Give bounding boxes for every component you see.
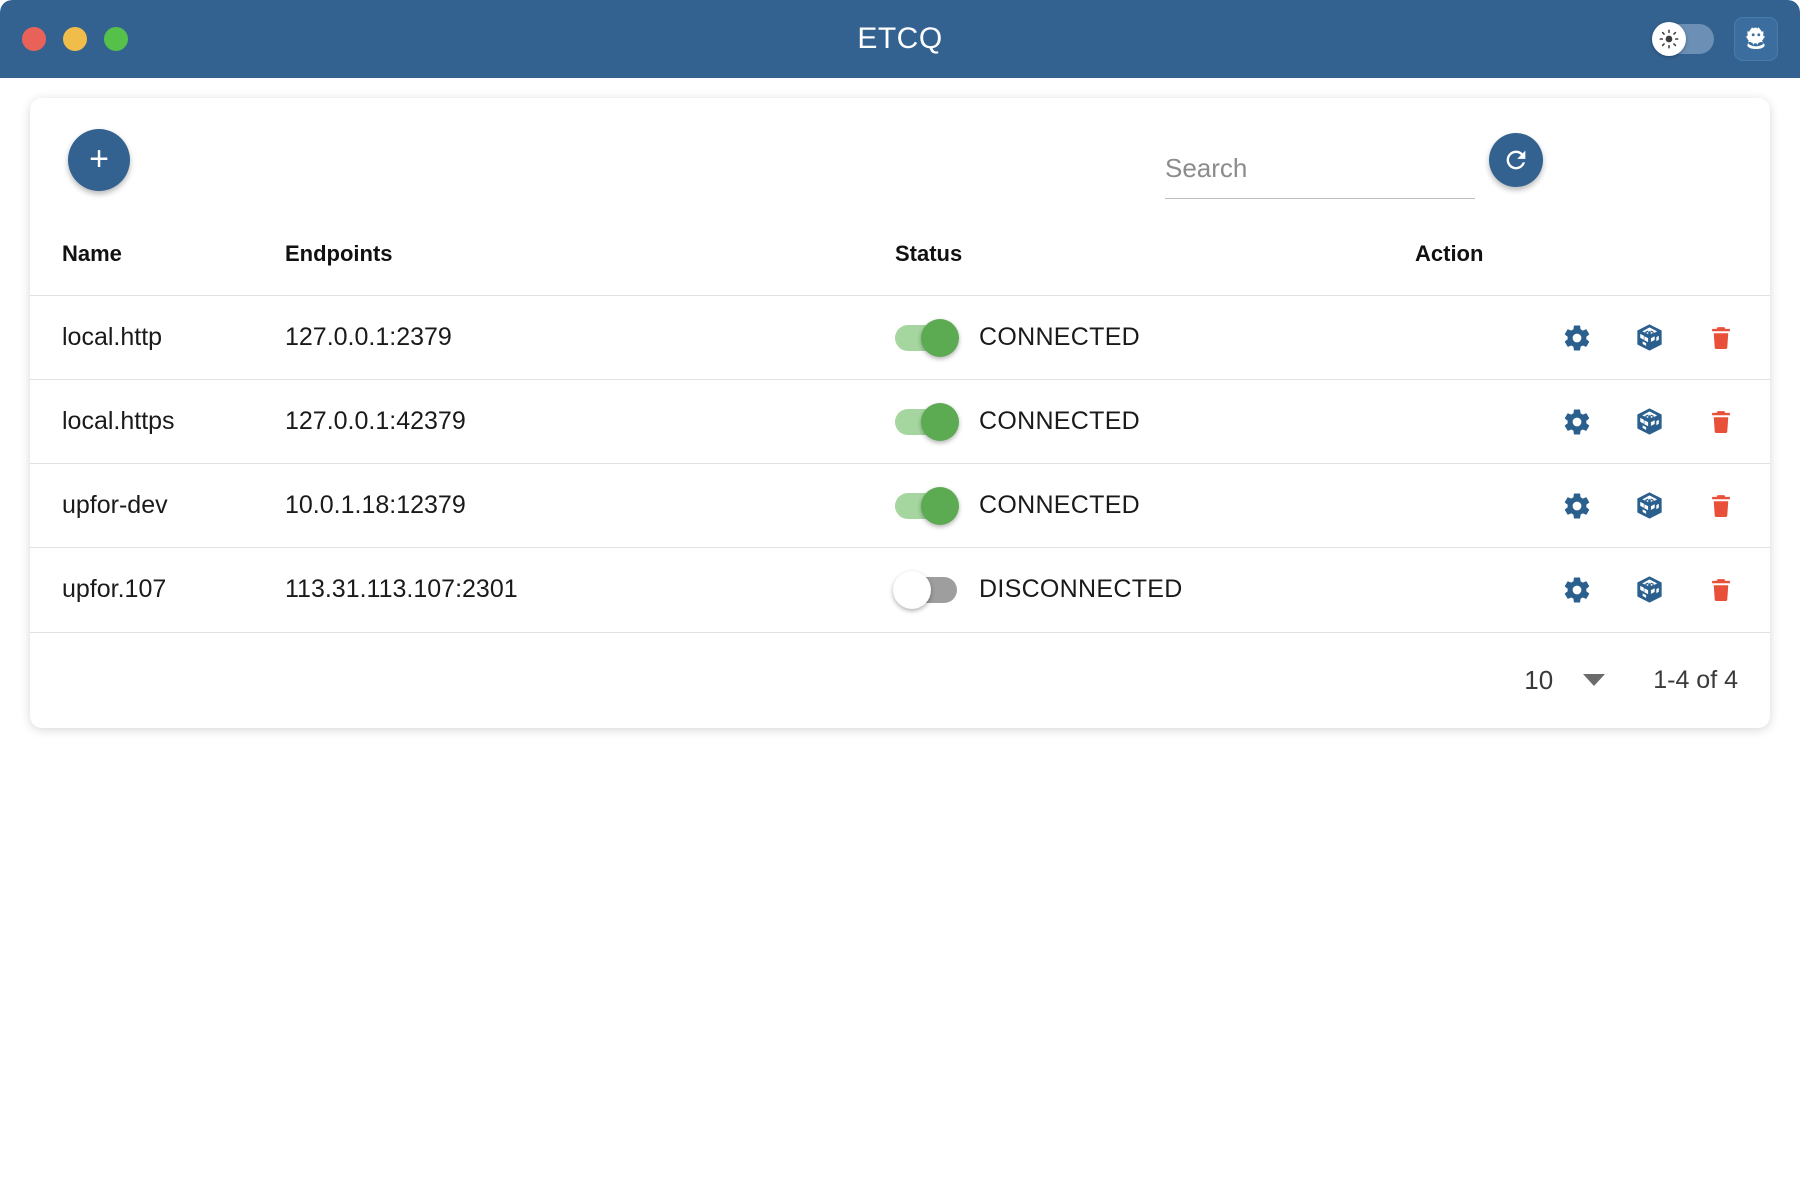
- connection-toggle-thumb: [921, 486, 959, 525]
- column-header-status: Status: [895, 241, 963, 266]
- cell-name: local.http: [30, 295, 285, 380]
- connection-toggle[interactable]: [895, 318, 959, 357]
- cube-icon: [1636, 408, 1662, 435]
- delete-button[interactable]: [1704, 489, 1738, 523]
- table-row: local.http 127.0.0.1:2379 CONNECTED: [30, 295, 1770, 380]
- status-group: CONNECTED: [895, 318, 1415, 357]
- status-badge: CONNECTED: [979, 323, 1141, 351]
- titlebar-actions: [1652, 17, 1778, 61]
- table-row: upfor-dev 10.0.1.18:12379 CONNECTED: [30, 463, 1770, 548]
- connection-toggle-thumb: [921, 318, 959, 357]
- column-header-endpoints: Endpoints: [285, 241, 393, 266]
- settings-button[interactable]: [1560, 489, 1594, 523]
- maximize-window-button[interactable]: [104, 27, 128, 51]
- theme-toggle[interactable]: [1652, 22, 1714, 56]
- status-group: DISCONNECTED: [893, 570, 1415, 609]
- table-body: local.http 127.0.0.1:2379 CONNECTED local.h…: [30, 295, 1770, 632]
- table-footer: 10 1-4 of 4: [30, 631, 1770, 728]
- connection-toggle[interactable]: [895, 486, 959, 525]
- connection-toggle[interactable]: [893, 570, 957, 609]
- gear-icon: [1564, 324, 1590, 350]
- cell-endpoints: 113.31.113.107:2301: [285, 547, 895, 632]
- delete-button[interactable]: [1704, 573, 1738, 607]
- refresh-icon: [1506, 150, 1526, 170]
- table-head: Name Endpoints Status Action: [30, 241, 1770, 296]
- card-toolbar: +: [30, 98, 1770, 241]
- status-group: CONNECTED: [895, 402, 1415, 441]
- chevron-down-icon: [1583, 674, 1606, 686]
- cell-endpoints: 127.0.0.1:2379: [285, 295, 895, 380]
- settings-button[interactable]: [1560, 573, 1594, 607]
- action-group: [1415, 573, 1738, 607]
- page-size-select[interactable]: 10: [1524, 664, 1606, 696]
- settings-button[interactable]: [1560, 321, 1594, 355]
- connection-toggle-thumb: [921, 402, 959, 441]
- search-input[interactable]: [1165, 153, 1475, 199]
- gear-icon: [1564, 408, 1590, 434]
- cell-status: CONNECTED: [895, 379, 1415, 464]
- status-badge: DISCONNECTED: [979, 575, 1183, 604]
- search-field: [1165, 153, 1475, 199]
- add-connection-button[interactable]: +: [68, 129, 130, 191]
- status-badge: CONNECTED: [979, 491, 1141, 519]
- table-header-row: Name Endpoints Status Action: [30, 241, 1770, 296]
- plus-icon: +: [89, 139, 109, 178]
- trash-icon: [1712, 326, 1730, 349]
- traffic-lights: [22, 27, 128, 51]
- cube-icon: [1636, 324, 1662, 351]
- robot-icon: [1745, 27, 1766, 50]
- connections-card: + Name Endpoints Status Action loca: [30, 98, 1770, 728]
- cell-status: DISCONNECTED: [893, 547, 1415, 632]
- connection-toggle[interactable]: [895, 402, 959, 441]
- action-group: [1415, 321, 1738, 355]
- cluster-button[interactable]: [1632, 573, 1666, 607]
- action-group: [1415, 405, 1738, 439]
- gear-icon: [1564, 492, 1590, 518]
- cluster-button[interactable]: [1632, 489, 1666, 523]
- cell-endpoints: 10.0.1.18:12379: [285, 463, 895, 548]
- sun-icon: [1659, 29, 1679, 49]
- trash-icon: [1712, 494, 1730, 517]
- gear-icon: [1564, 577, 1590, 603]
- app-window: ETCQ + Search Name Endpoints Status Acti…: [0, 0, 1800, 1200]
- cell-action: [1415, 379, 1770, 464]
- cluster-button[interactable]: [1632, 321, 1666, 355]
- action-group: [1415, 489, 1738, 523]
- delete-button[interactable]: [1704, 321, 1738, 355]
- page-size-value: 10: [1524, 664, 1554, 695]
- settings-button[interactable]: [1560, 405, 1594, 439]
- cell-action: [1415, 295, 1770, 380]
- app-title: ETCQ: [857, 22, 943, 55]
- column-header-name: Name: [62, 241, 122, 266]
- status-group: CONNECTED: [895, 486, 1415, 525]
- table-row: upfor.107 113.31.113.107:2301 DISCONNECTED: [30, 547, 1770, 632]
- pagination-range-label: 1-4 of 4: [1653, 665, 1738, 694]
- cell-name: local.https: [30, 379, 285, 464]
- cell-action: [1415, 547, 1770, 632]
- connections-table: Name Endpoints Status Action local.http 1…: [30, 241, 1770, 632]
- cube-icon: [1636, 576, 1662, 603]
- cell-name: upfor.107: [30, 547, 285, 632]
- cell-status: CONNECTED: [895, 463, 1415, 548]
- column-header-action: Action: [1415, 241, 1484, 266]
- status-badge: CONNECTED: [979, 407, 1141, 435]
- cube-icon: [1636, 492, 1662, 519]
- cell-status: CONNECTED: [895, 295, 1415, 380]
- trash-icon: [1712, 578, 1730, 601]
- refresh-button[interactable]: [1489, 133, 1543, 187]
- cell-endpoints: 127.0.0.1:42379: [285, 379, 895, 464]
- trash-icon: [1712, 410, 1730, 433]
- title-bar: ETCQ: [0, 0, 1800, 78]
- theme-toggle-knob: [1652, 22, 1686, 56]
- table-row: local.https 127.0.0.1:42379 CONNECTED: [30, 379, 1770, 464]
- mascot-button[interactable]: [1734, 17, 1778, 61]
- cell-action: [1415, 463, 1770, 548]
- connection-toggle-thumb: [893, 570, 931, 609]
- cluster-button[interactable]: [1632, 405, 1666, 439]
- minimize-window-button[interactable]: [63, 27, 87, 51]
- delete-button[interactable]: [1704, 405, 1738, 439]
- close-window-button[interactable]: [22, 27, 46, 51]
- cell-name: upfor-dev: [30, 463, 285, 548]
